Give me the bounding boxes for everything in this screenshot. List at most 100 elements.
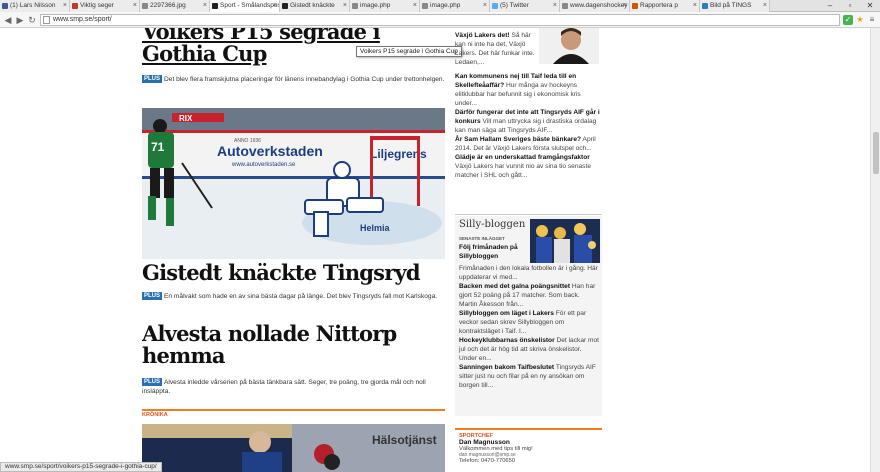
article-3-headline[interactable]: Alvesta nollade Nittorp hemma [142, 323, 445, 367]
url-text: www.smp.se/sport/ [53, 16, 112, 23]
blog-item[interactable]: Sillybloggen om läget i Lakers För ett p… [459, 309, 599, 336]
tab-label: (5) Twitter [500, 2, 529, 9]
blog-item-title-3: Sillybloggen om läget i Lakers [459, 310, 554, 317]
sportchef-box: SPORTCHEF Dan Magnusson Välkommen med ti… [459, 433, 599, 464]
sidebar: Växjö Lakers det! Så här kan ni inte ha … [455, 28, 602, 472]
reload-icon[interactable]: ↻ [26, 14, 38, 26]
sidebar-divider [455, 214, 602, 215]
tab-label: www.dagenshockey [570, 2, 628, 9]
forward-icon[interactable]: ▶ [14, 14, 26, 26]
close-icon[interactable]: ✕ [860, 0, 880, 12]
tab-label: (1) Lars Nilsson [10, 2, 56, 9]
tab-5[interactable]: image.php × [350, 0, 420, 12]
blog-list: Frimånaden i den lokala fotbollen är i g… [459, 264, 599, 390]
tab-9[interactable]: Rapportera p × [630, 0, 700, 12]
tab-favicon-icon [72, 3, 78, 9]
board-text-1: Autoverkstaden [217, 143, 323, 159]
back-icon[interactable]: ◀ [2, 14, 14, 26]
tab-close-icon[interactable]: × [693, 0, 697, 12]
blog-item[interactable]: Backen med det galna poängsnittet Han ha… [459, 282, 599, 309]
tab-close-icon[interactable]: × [63, 0, 67, 12]
tab-list: (1) Lars Nilsson × Viktig seger × 2297366.jp… [0, 0, 770, 12]
window-controls: – ▫ ✕ [820, 0, 880, 12]
status-bar: www.smp.se/sport/voikers-p15-segrade-i-g… [0, 462, 162, 472]
bottom-teaser-image[interactable]: Hälsotjänst [142, 424, 445, 472]
extension-check-icon[interactable]: ✓ [843, 15, 853, 25]
sportchef-phone: Telefon: 0470-770650 [459, 458, 516, 464]
tab-close-icon[interactable]: × [483, 0, 487, 12]
menu-icon[interactable]: ≡ [867, 15, 877, 25]
article-2-image[interactable]: RIX ANNO 1936 Autoverkstaden www.autover… [142, 108, 445, 259]
url-input[interactable]: www.smp.se/sport/ [40, 14, 840, 26]
tab-8[interactable]: www.dagenshockey × [560, 0, 630, 12]
maximize-icon[interactable]: ▫ [840, 0, 860, 12]
article-3-lead-block: PLUS Alvesta inledde vårserien på bästa t… [142, 378, 445, 396]
blog-first-item[interactable]: Följ frimånaden på Sillybloggen [459, 243, 527, 261]
sidebar-top-item[interactable]: Kan kommunens nej till Taif leda till en… [455, 72, 602, 108]
section-divider [142, 409, 445, 411]
tab-0[interactable]: (1) Lars Nilsson × [0, 0, 70, 12]
tab-4[interactable]: Gistedt knäckte × [280, 0, 350, 12]
tab-label: Bild på TINGS [710, 2, 752, 9]
svg-text:Hälsotjänst: Hälsotjänst [372, 433, 437, 447]
tab-label: image.php [430, 2, 461, 9]
tab-bar: (1) Lars Nilsson × Viktig seger × 2297366.jp… [0, 0, 880, 12]
article-3-lead: Alvesta inledde vårserien på bästa tänkb… [142, 379, 426, 395]
board-text-5: Helmia [360, 223, 391, 233]
article-2-lead-block: PLUS En målvakt som hade en av sina bästa… [142, 292, 445, 301]
tab-10[interactable]: Bild på TINGS × [700, 0, 770, 12]
address-bar: ◀ ▶ ↻ www.smp.se/sport/ ✓ ★ ≡ [0, 12, 880, 28]
board-text-3: RIX [179, 114, 193, 123]
blog-item-title-5: Sanningen bakom Taifbeslutet [459, 364, 555, 371]
bookmark-star-icon[interactable]: ★ [855, 15, 865, 25]
sidebar-top-item[interactable]: Glädje är en underskattad framgångsfakto… [455, 153, 602, 180]
article-2-headline[interactable]: Gistedt knäckte Tingsryd [142, 262, 445, 284]
plus-badge: PLUS [142, 75, 163, 84]
tab-close-icon[interactable]: × [553, 0, 557, 12]
blog-title[interactable]: Silly-bloggen [459, 219, 525, 230]
tab-label: Gistedt knäckte [290, 2, 335, 9]
hockey-photo: RIX ANNO 1936 Autoverkstaden www.autover… [142, 108, 445, 259]
tab-6[interactable]: image.php × [420, 0, 490, 12]
tab-3[interactable]: Sport - Smålandsposten× [210, 0, 280, 12]
sidebar-top-text-5: Växjö Lakers har vunnit nio av sina tio … [455, 163, 591, 179]
tab-label: Rapportera p [640, 2, 678, 9]
tab-close-icon[interactable]: × [763, 0, 767, 12]
tab-label: Viktig seger [80, 2, 114, 9]
blog-photo[interactable] [530, 219, 600, 263]
main-column: Voikers P15 segrade i Gothia Cup PLUS Det… [142, 28, 445, 472]
blog-item[interactable]: Sanningen bakom Taifbeslutet Tingsryds A… [459, 363, 599, 390]
blog-item-title-2: Backen med det galna poängsnittet [459, 283, 571, 290]
author-photo [539, 28, 599, 64]
scrollbar-thumb[interactable] [873, 132, 879, 174]
tab-close-icon[interactable]: × [203, 0, 207, 12]
minimize-icon[interactable]: – [820, 0, 840, 12]
tab-1[interactable]: Viktig seger × [70, 0, 140, 12]
tab-label: 2297366.jpg [150, 2, 186, 9]
blog-item-title-4: Hockeyklubbarnas önskelistor [459, 337, 555, 344]
sidebar-top-item[interactable]: Därför fungerar det inte att Tingsryds A… [455, 108, 602, 135]
article-1-lead-block: PLUS Det blev flera framskjutna placering… [142, 75, 445, 84]
sidebar-top-list: Kan kommunens nej till Taif leda till en… [455, 72, 602, 180]
tab-2[interactable]: 2297366.jpg × [140, 0, 210, 12]
tab-close-icon[interactable]: × [343, 0, 347, 12]
tab-close-icon[interactable]: × [623, 0, 627, 12]
tab-close-icon[interactable]: × [273, 0, 277, 12]
tab-7[interactable]: (5) Twitter × [490, 0, 560, 12]
tab-favicon-icon [142, 3, 148, 9]
sidebar-top-title-5: Glädje är en underskattad framgångsfakto… [455, 154, 590, 161]
tab-favicon-icon [352, 3, 358, 9]
page-scrollbar[interactable] [870, 28, 880, 472]
tab-close-icon[interactable]: × [413, 0, 417, 12]
sidebar-top-first[interactable]: Växjö Lakers det! Så här kan ni inte ha … [455, 31, 537, 67]
plus-badge: PLUS [142, 378, 163, 387]
section-label: KRÖNIKA [142, 412, 168, 418]
tab-close-icon[interactable]: × [133, 0, 137, 12]
bottom-photo: Hälsotjänst [142, 424, 445, 472]
blog-kicker: SENASTE INLÄGGET [459, 236, 505, 241]
sportchef-divider [455, 428, 602, 430]
blog-item[interactable]: Hockeyklubbarnas önskelistor Det lackar … [459, 336, 599, 363]
tab-favicon-icon [2, 3, 8, 9]
sidebar-top-item[interactable]: År Sam Hallam Sveriges bäste bänkare? Ap… [455, 135, 602, 153]
blog-item-text-1: Frimånaden i den lokala fotbollen är i g… [459, 265, 598, 281]
